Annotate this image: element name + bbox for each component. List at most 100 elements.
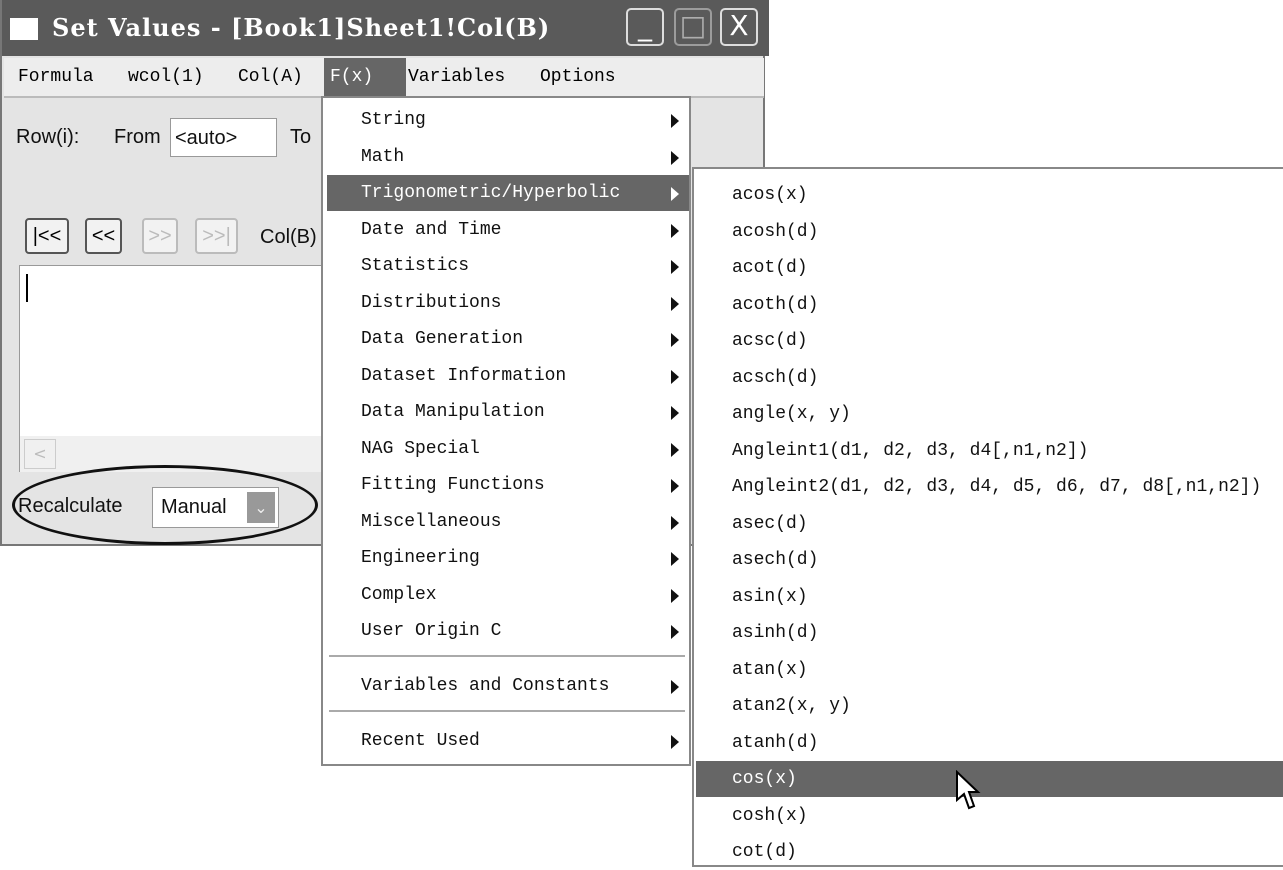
submenu-arrow-icon <box>671 406 679 420</box>
submenu-item[interactable]: cot(d) <box>696 834 1283 870</box>
fx-menu-item[interactable]: Miscellaneous <box>327 504 689 540</box>
fx-menu-item[interactable]: String <box>327 102 689 138</box>
col-label: Col(B) <box>260 226 317 248</box>
submenu-item[interactable]: acosh(d) <box>696 214 1283 250</box>
fx-menu-item[interactable]: Distributions <box>327 285 689 321</box>
menu-item-label: Date and Time <box>361 220 502 240</box>
fx-menu-item[interactable]: Fitting Functions <box>327 467 689 503</box>
menu-variables[interactable]: Variables <box>402 58 511 96</box>
first-button[interactable]: |<< <box>25 218 69 254</box>
menu-item-label: Data Manipulation <box>361 402 545 422</box>
menu-formula[interactable]: Formula <box>12 58 100 96</box>
submenu-item[interactable]: asin(x) <box>696 579 1283 615</box>
fx-menu-item[interactable]: Data Manipulation <box>327 394 689 430</box>
menu-item-label: Miscellaneous <box>361 512 502 532</box>
fx-menu-item[interactable]: Trigonometric/Hyperbolic <box>327 175 689 211</box>
fx-menu-item[interactable]: Math <box>327 139 689 175</box>
menu-wcol[interactable]: wcol(1) <box>122 58 210 96</box>
submenu-item[interactable]: acos(x) <box>696 177 1283 213</box>
menu-item-label: Trigonometric/Hyperbolic <box>361 183 621 203</box>
submenu-item[interactable]: asinh(d) <box>696 615 1283 651</box>
title-bar: Set Values - [Book1]Sheet1!Col(B) _ □ X <box>2 0 769 56</box>
submenu-arrow-icon <box>671 589 679 603</box>
window-icon <box>10 18 38 40</box>
menu-item-label: Fitting Functions <box>361 475 545 495</box>
text-cursor <box>26 274 28 302</box>
mouse-cursor-icon <box>956 770 981 810</box>
menu-item-label: Statistics <box>361 256 470 276</box>
from-label: From <box>114 126 161 148</box>
row-label: Row(i): <box>16 126 80 148</box>
fx-menu-item[interactable]: Statistics <box>327 248 689 284</box>
submenu-arrow-icon <box>671 297 679 311</box>
fx-menu-item[interactable]: Dataset Information <box>327 358 689 394</box>
menu-col-a[interactable]: Col(A) <box>232 58 309 96</box>
fx-menu-item[interactable]: Date and Time <box>327 212 689 248</box>
submenu-arrow-icon <box>671 224 679 238</box>
menu-item-label: Variables and Constants <box>361 676 610 696</box>
submenu-item[interactable]: atanh(d) <box>696 725 1283 761</box>
menu-separator <box>329 710 685 712</box>
menu-item-label: String <box>361 110 426 130</box>
submenu-item[interactable]: asech(d) <box>696 542 1283 578</box>
fx-menu-item[interactable]: Data Generation <box>327 321 689 357</box>
submenu-arrow-icon <box>671 479 679 493</box>
menu-item-label: User Origin C <box>361 621 502 641</box>
submenu-arrow-icon <box>671 516 679 530</box>
menu-item-label: Complex <box>361 585 437 605</box>
submenu-arrow-icon <box>671 114 679 128</box>
submenu-item[interactable]: Angleint2(d1, d2, d3, d4, d5, d6, d7, d8… <box>696 469 1283 505</box>
submenu-item[interactable]: cosh(x) <box>696 798 1283 834</box>
trig-submenu: acos(x) acosh(d) acot(d) acoth(d) acsc(d) acs… <box>692 167 1283 867</box>
menu-item-label: Dataset Information <box>361 366 567 386</box>
fx-menu-item[interactable]: User Origin C <box>327 613 689 649</box>
menu-fx[interactable]: F(x) <box>324 58 406 96</box>
submenu-arrow-icon <box>671 333 679 347</box>
maximize-button[interactable]: □ <box>674 8 712 46</box>
submenu-item[interactable]: cos(x) <box>696 761 1283 797</box>
menu-item-label: Distributions <box>361 293 502 313</box>
minimize-button[interactable]: _ <box>626 8 664 46</box>
submenu-arrow-icon <box>671 151 679 165</box>
menu-item-label: Math <box>361 147 405 167</box>
menu-bar: Formula wcol(1) Col(A) F(x) Variables Op… <box>4 58 764 98</box>
submenu-arrow-icon <box>671 443 679 457</box>
fx-menu-item[interactable]: Complex <box>327 577 689 613</box>
menu-item-label: Recent Used <box>361 731 480 751</box>
submenu-arrow-icon <box>671 552 679 566</box>
submenu-arrow-icon <box>671 735 679 749</box>
submenu-item[interactable]: angle(x, y) <box>696 396 1283 432</box>
prev-button[interactable]: << <box>85 218 122 254</box>
fx-dropdown-menu: String Math Trigonometric/Hyperbolic Date a… <box>321 96 691 766</box>
from-input[interactable]: <auto> <box>170 118 277 157</box>
formula-textarea[interactable]: < <box>19 265 330 472</box>
to-label: To <box>290 126 312 148</box>
submenu-arrow-icon <box>671 187 679 201</box>
submenu-item[interactable]: acsch(d) <box>696 360 1283 396</box>
submenu-arrow-icon <box>671 625 679 639</box>
fx-menu-item[interactable]: Variables and Constants <box>327 668 689 704</box>
window-title: Set Values - [Book1]Sheet1!Col(B) <box>52 13 551 42</box>
submenu-arrow-icon <box>671 680 679 694</box>
submenu-item[interactable]: atan(x) <box>696 652 1283 688</box>
highlight-ellipse <box>12 465 318 545</box>
scroll-left-icon[interactable]: < <box>24 439 56 469</box>
menu-item-label: Data Generation <box>361 329 524 349</box>
last-button[interactable]: >>| <box>195 218 238 254</box>
submenu-arrow-icon <box>671 260 679 274</box>
menu-item-label: NAG Special <box>361 439 480 459</box>
submenu-item[interactable]: asec(d) <box>696 506 1283 542</box>
fx-menu-item[interactable]: NAG Special <box>327 431 689 467</box>
menu-options[interactable]: Options <box>534 58 622 96</box>
fx-menu-item[interactable]: Engineering <box>327 540 689 576</box>
next-button[interactable]: >> <box>142 218 178 254</box>
close-button[interactable]: X <box>720 8 758 46</box>
submenu-item[interactable]: Angleint1(d1, d2, d3, d4[,n1,n2]) <box>696 433 1283 469</box>
submenu-item[interactable]: atan2(x, y) <box>696 688 1283 724</box>
submenu-arrow-icon <box>671 370 679 384</box>
fx-menu-item[interactable]: Recent Used <box>327 723 689 759</box>
submenu-item[interactable]: acsc(d) <box>696 323 1283 359</box>
submenu-item[interactable]: acoth(d) <box>696 287 1283 323</box>
submenu-item[interactable]: acot(d) <box>696 250 1283 286</box>
menu-separator <box>329 655 685 657</box>
